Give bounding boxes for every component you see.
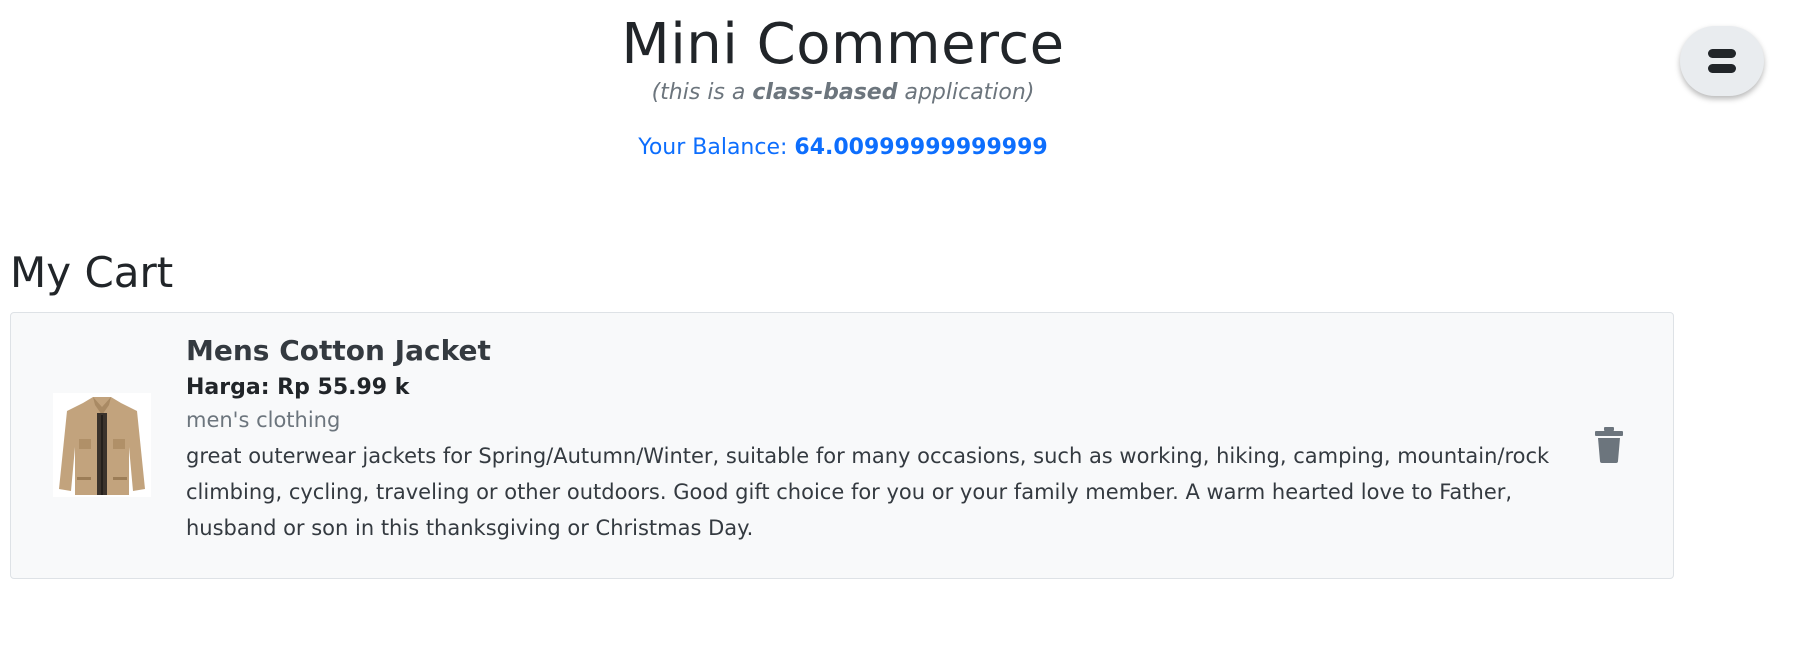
balance-amount: 64.00999999999999 <box>794 134 1048 160</box>
subtitle-suffix: application) <box>897 79 1035 105</box>
app-title: Mini Commerce <box>621 12 1065 77</box>
menu-icon-bar-bottom <box>1708 64 1736 73</box>
app-subtitle: (this is a class-based application) <box>0 80 1686 105</box>
subtitle-emphasis: class-based <box>752 79 898 105</box>
product-category: men's clothing <box>186 408 341 433</box>
cart-title: My Cart <box>10 248 174 297</box>
menu-icon <box>1708 49 1736 73</box>
menu-button[interactable] <box>1680 26 1764 96</box>
balance: Your Balance: 64.00999999999999 <box>0 135 1686 160</box>
jacket-image <box>53 393 151 497</box>
product-price: Harga: Rp 55.99 k <box>186 375 410 401</box>
trash-icon[interactable] <box>1594 427 1624 463</box>
page: Mini Commerce (this is a class-based app… <box>0 0 1793 655</box>
product-info: Mens Cotton Jacket Harga: Rp 55.99 k men… <box>186 333 1566 546</box>
balance-label: Your Balance: <box>638 134 795 160</box>
product-description: great outerwear jackets for Spring/Autum… <box>186 444 1550 541</box>
menu-icon-bar-top <box>1708 49 1736 58</box>
header: Mini Commerce (this is a class-based app… <box>0 0 1686 160</box>
cart-item: Mens Cotton Jacket Harga: Rp 55.99 k men… <box>10 312 1674 579</box>
product-name: Mens Cotton Jacket <box>186 334 491 367</box>
subtitle-prefix: (this is a <box>651 79 753 105</box>
